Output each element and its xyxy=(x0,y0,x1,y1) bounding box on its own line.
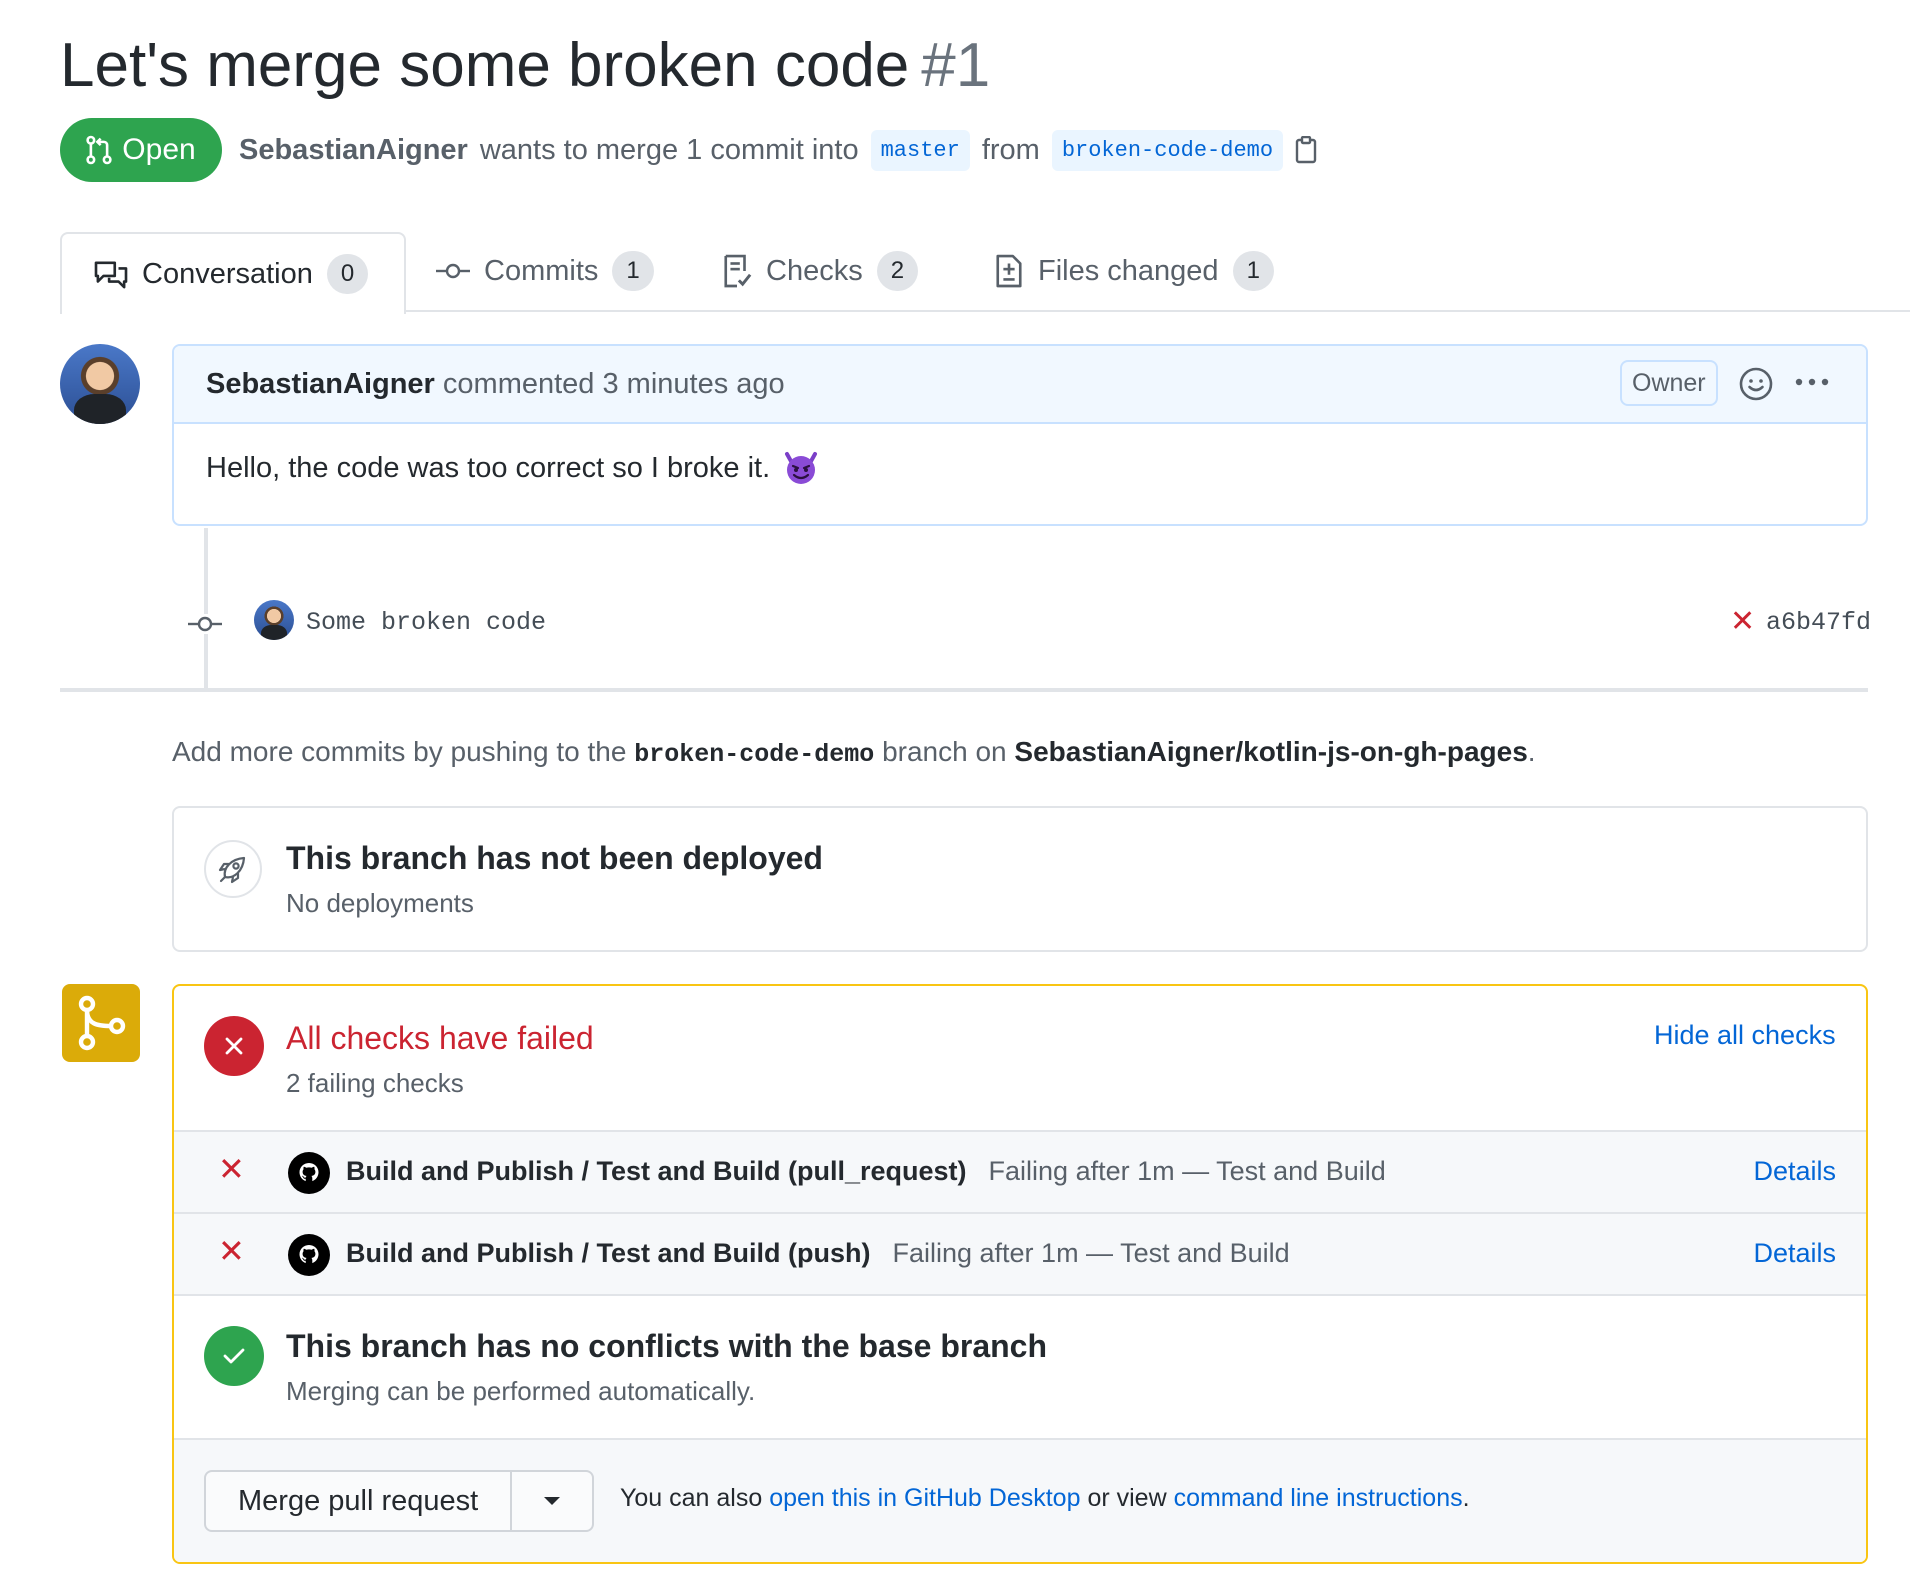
github-actions-icon xyxy=(288,1234,330,1276)
pr-title-text: Let's merge some broken code xyxy=(60,31,910,100)
merge-method-dropdown[interactable] xyxy=(512,1472,592,1530)
owner-badge: Owner xyxy=(1620,360,1718,406)
tab-count: 1 xyxy=(1232,251,1274,291)
hint-prefix: Add more commits by pushing to the xyxy=(172,736,627,767)
status-badge: Open xyxy=(60,118,222,182)
check-row: ✕ Build and Publish / Test and Build (pu… xyxy=(174,1130,1866,1214)
github-actions-icon xyxy=(288,1152,330,1194)
details-link[interactable]: Details xyxy=(1753,1156,1836,1187)
hint-repo-link[interactable]: SebastianAigner/kotlin-js-on-gh-pages xyxy=(1014,736,1527,767)
smiling-imp-emoji-icon xyxy=(785,452,818,484)
hide-all-checks-link[interactable]: Hide all checks xyxy=(1654,1020,1836,1051)
comment-text: Hello, the code was too correct so I bro… xyxy=(206,451,771,484)
kebab-horizontal-icon[interactable] xyxy=(1794,376,1830,388)
check-status: Failing after 1m — Test and Build xyxy=(988,1156,1386,1186)
clipboard-icon[interactable] xyxy=(1295,136,1317,164)
comment-discussion-icon xyxy=(94,261,128,289)
hint-middle: branch on xyxy=(882,736,1007,767)
conflicts-subtitle: Merging can be performed automatically. xyxy=(286,1376,756,1406)
tab-checks[interactable]: Checks 2 xyxy=(722,232,919,310)
hint-branch: broken-code-demo xyxy=(634,740,875,769)
commit-sha-link[interactable]: a6b47fd xyxy=(1766,608,1871,637)
pr-title: Let's merge some broken code #1 xyxy=(60,28,990,104)
checks-subtitle: 2 failing checks xyxy=(286,1068,464,1098)
check-name-text: Build and Publish / Test and Build (push… xyxy=(346,1238,871,1268)
triangle-down-icon xyxy=(544,1497,561,1505)
tab-count: 2 xyxy=(876,251,919,291)
rocket-icon xyxy=(204,840,262,898)
file-diff-icon xyxy=(996,254,1022,288)
merge-footer: Merge pull request You can also open thi… xyxy=(174,1438,1866,1562)
open-github-desktop-link[interactable]: open this in GitHub Desktop xyxy=(769,1484,1080,1512)
check-name: Build and Publish / Test and Build (push… xyxy=(346,1238,1290,1269)
merge-pull-request-button[interactable]: Merge pull request xyxy=(206,1472,513,1530)
check-row: ✕ Build and Publish / Test and Build (pu… xyxy=(174,1212,1866,1296)
tab-label: Files changed xyxy=(1038,254,1219,287)
check-name-text: Build and Publish / Test and Build (pull… xyxy=(346,1156,967,1186)
command-line-instructions-link[interactable]: command line instructions xyxy=(1174,1484,1463,1512)
head-branch[interactable]: broken-code-demo xyxy=(1051,129,1284,171)
git-merge-icon xyxy=(62,984,140,1062)
comment-header: SebastianAigner commented 3 minutes ago … xyxy=(174,346,1866,424)
avatar[interactable] xyxy=(60,344,140,424)
x-icon[interactable]: ✕ xyxy=(1730,604,1755,639)
merge-button-group: Merge pull request xyxy=(204,1470,595,1532)
check-name: Build and Publish / Test and Build (pull… xyxy=(346,1156,1386,1187)
details-link[interactable]: Details xyxy=(1753,1238,1836,1269)
git-commit-icon xyxy=(436,263,470,279)
pr-author-link[interactable]: SebastianAigner xyxy=(239,134,468,167)
checklist-icon xyxy=(724,254,752,288)
merge-box: All checks have failed 2 failing checks … xyxy=(172,984,1868,1564)
timeline-line xyxy=(204,528,208,688)
merge-text3: . xyxy=(1462,1484,1470,1512)
git-commit-icon xyxy=(188,614,222,634)
x-icon: ✕ xyxy=(218,1151,245,1187)
x-circle-icon xyxy=(204,1016,264,1076)
comment-meta: SebastianAigner commented 3 minutes ago xyxy=(206,368,785,401)
merge-text2: or view xyxy=(1087,1484,1167,1512)
deploy-title: This branch has not been deployed xyxy=(286,840,823,876)
check-status: Failing after 1m — Test and Build xyxy=(892,1238,1290,1268)
tab-count: 0 xyxy=(326,254,369,294)
deploy-subtitle: No deployments xyxy=(286,888,474,918)
from-text: from xyxy=(981,133,1040,166)
deploy-box: This branch has not been deployed No dep… xyxy=(172,806,1868,952)
checks-title: All checks have failed xyxy=(286,1020,594,1056)
check-circle-icon xyxy=(204,1326,264,1386)
commit-author-avatar[interactable] xyxy=(254,600,294,640)
x-icon: ✕ xyxy=(218,1233,245,1269)
comment-author-link[interactable]: SebastianAigner xyxy=(206,368,435,400)
tab-conversation[interactable]: Conversation 0 xyxy=(60,232,406,314)
push-hint: Add more commits by pushing to the broke… xyxy=(172,736,1536,769)
tab-label: Conversation xyxy=(142,257,313,290)
tab-commits[interactable]: Commits 1 xyxy=(436,232,654,310)
hint-suffix: . xyxy=(1527,736,1536,767)
comment-body: Hello, the code was too correct so I bro… xyxy=(206,450,820,486)
conflicts-section: This branch has no conflicts with the ba… xyxy=(174,1294,1866,1438)
tab-count: 1 xyxy=(612,251,654,291)
merge-alternatives: You can also open this in GitHub Desktop… xyxy=(620,1484,1470,1513)
tab-label: Checks xyxy=(766,254,863,287)
status-badge-label: Open xyxy=(122,133,196,166)
comment-box: SebastianAigner commented 3 minutes ago … xyxy=(172,344,1868,526)
smiley-icon[interactable] xyxy=(1738,366,1774,402)
commit-message-link[interactable]: Some broken code xyxy=(306,608,546,637)
timeline-separator xyxy=(60,688,1868,692)
merge-text1: You can also xyxy=(620,1484,763,1512)
comment-timestamp[interactable]: commented 3 minutes ago xyxy=(443,368,785,400)
tab-label: Commits xyxy=(484,254,599,287)
pr-meta: SebastianAigner wants to merge 1 commit … xyxy=(239,124,1317,176)
merge-text: wants to merge 1 commit into xyxy=(479,133,859,166)
pull-request-icon xyxy=(86,135,112,165)
conflicts-title: This branch has no conflicts with the ba… xyxy=(286,1328,1048,1364)
pr-number: #1 xyxy=(921,31,991,100)
base-branch[interactable]: master xyxy=(870,129,970,171)
tab-files-changed[interactable]: Files changed 1 xyxy=(994,232,1274,310)
